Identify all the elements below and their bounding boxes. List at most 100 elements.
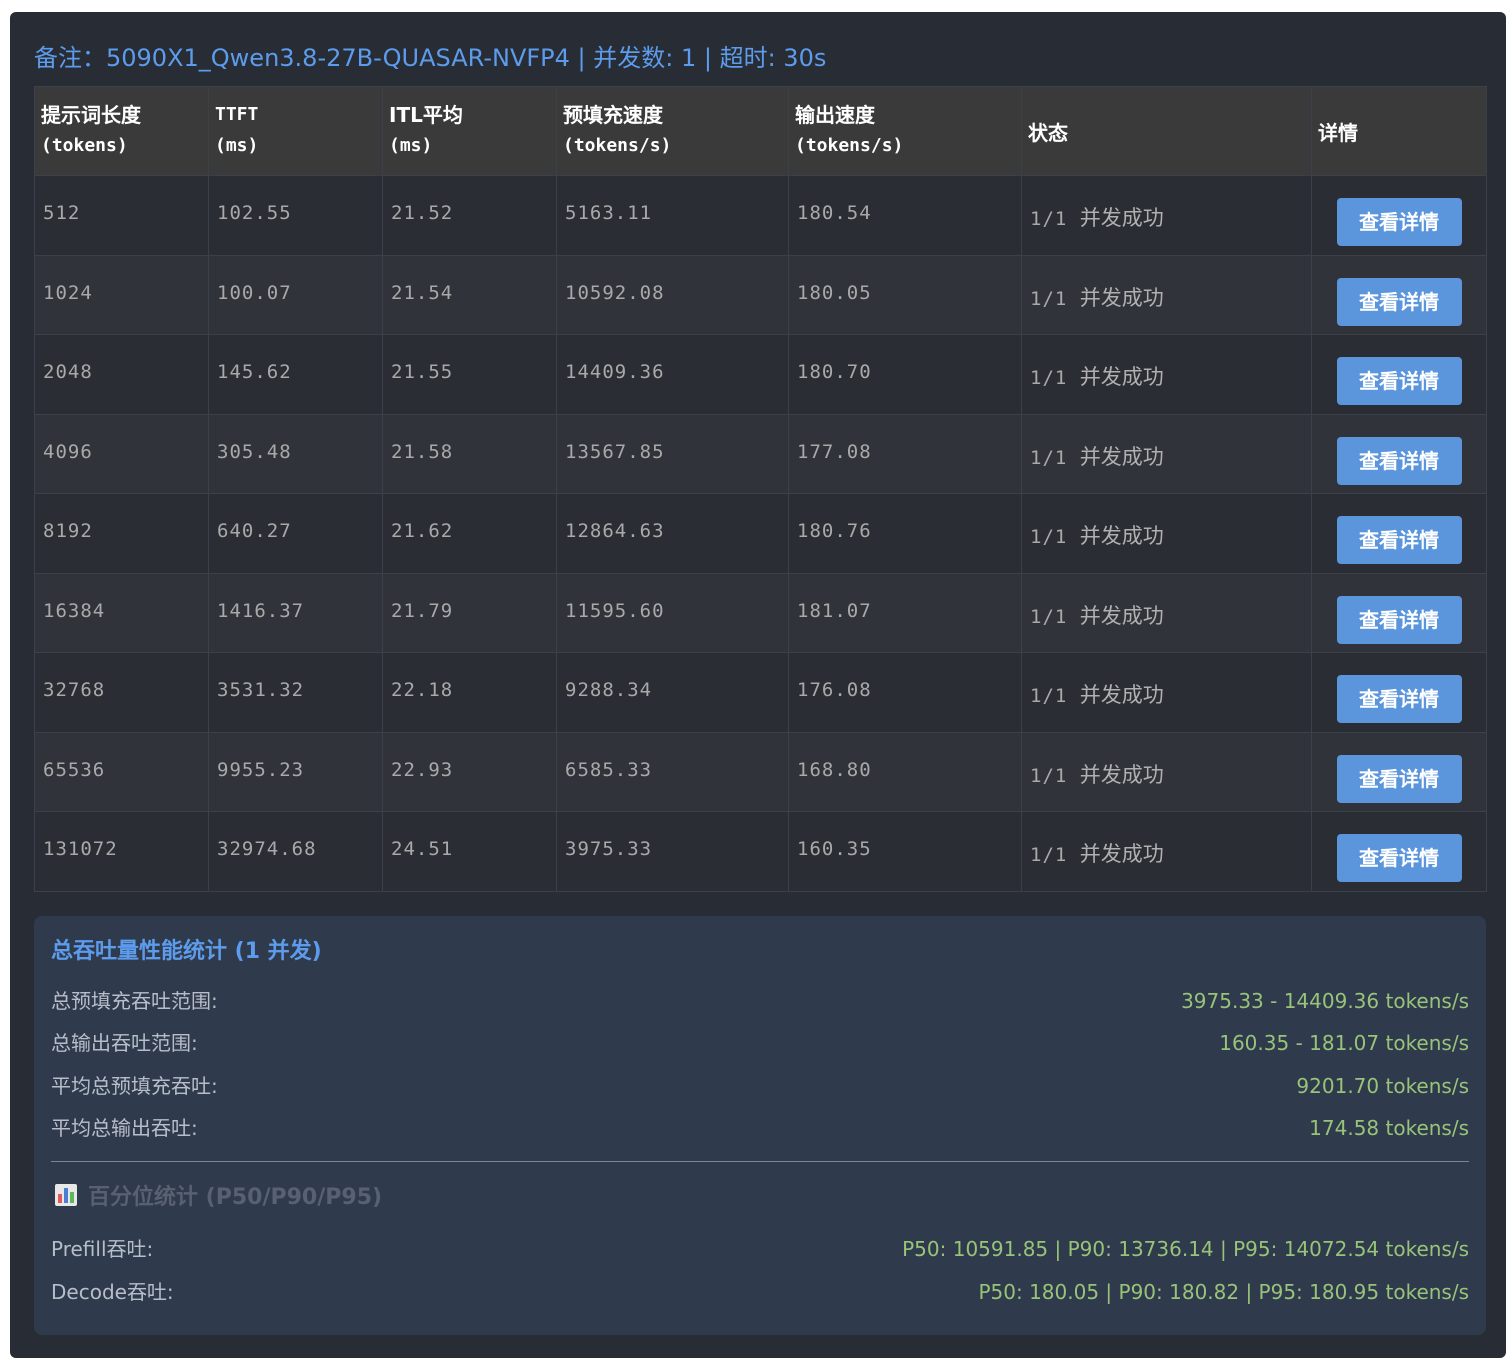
stat-value: 174.58 tokens/s [1309,1116,1469,1140]
table-row: 4096 305.48 21.58 13567.85 177.08 1/1 并发… [34,413,1487,494]
table-row: 1024 100.07 21.54 10592.08 180.05 1/1 并发… [34,254,1487,335]
table-row: 32768 3531.32 22.18 9288.34 176.08 1/1 并… [34,652,1487,733]
view-details-button[interactable]: 查看详情 [1336,834,1462,882]
status-text: 并发成功 [1079,842,1164,866]
view-details-button[interactable]: 查看详情 [1336,675,1462,723]
cell-ttft: 145.62 [208,334,383,415]
status-text: 并发成功 [1079,206,1164,230]
stat-row-prefill-range: 总预填充吞吐范围: 3975.33 - 14409.36 tokens/s [51,986,1469,1016]
status-text: 并发成功 [1079,444,1164,469]
table-row: 512 102.55 21.52 5163.11 180.54 1/1 并发成功… [34,175,1487,256]
cell-prefill-speed: 5163.11 [556,175,789,256]
cell-details: 查看详情 [1311,811,1487,892]
percentile-row-decode: Decode吞吐: P50: 180.05 | P90: 180.82 | P9… [51,1277,1469,1307]
view-details-button[interactable]: 查看详情 [1336,516,1462,564]
header-itl-avg: ITL平均 (ms) [382,86,557,176]
cell-prompt-length: 131072 [34,811,209,892]
cell-details: 查看详情 [1311,254,1487,335]
percentile-row-prefill: Prefill吞吐: P50: 10591.85 | P90: 13736.14… [51,1234,1469,1264]
cell-output-speed: 180.54 [788,175,1022,256]
cell-details: 查看详情 [1311,334,1487,415]
percentile-title: 百分位统计 (P50/P90/P95) [54,1182,382,1214]
cell-itl: 22.93 [382,731,557,812]
cell-prompt-length: 512 [34,175,209,256]
table-row: 65536 9955.23 22.93 6585.33 168.80 1/1 并… [34,731,1487,812]
throughput-stats-card: 总吞吐量性能统计 (1 并发) 总预填充吞吐范围: 3975.33 - 1440… [34,916,1486,1335]
header-prefill-speed: 预填充速度 (tokens/s) [556,86,789,176]
cell-status: 1/1 并发成功 [1021,731,1312,812]
cell-prompt-length: 2048 [34,334,209,415]
cell-prefill-speed: 11595.60 [556,572,789,653]
view-details-button[interactable]: 查看详情 [1336,357,1462,405]
cell-details: 查看详情 [1311,652,1487,733]
cell-details: 查看详情 [1311,175,1487,256]
cell-prompt-length: 4096 [34,413,209,494]
cell-details: 查看详情 [1311,572,1487,653]
cell-details: 查看详情 [1311,493,1487,574]
cell-status: 1/1 并发成功 [1021,334,1312,415]
status-text: 并发成功 [1079,365,1164,389]
results-table: 提示词长度 (tokens) TTFT (ms) ITL平均 (ms) 预填充速… [34,86,1487,892]
percentile-title-text: 百分位统计 (P50/P90/P95) [88,1185,383,1210]
status-count: 1/1 [1030,526,1068,548]
cell-ttft: 102.55 [208,175,383,256]
cell-status: 1/1 并发成功 [1021,652,1312,733]
view-details-button[interactable]: 查看详情 [1336,436,1462,485]
status-text: 并发成功 [1079,683,1164,707]
cell-status: 1/1 并发成功 [1021,175,1312,256]
cell-ttft: 640.27 [208,493,383,574]
cell-ttft: 1416.37 [208,572,383,653]
cell-status: 1/1 并发成功 [1021,254,1312,335]
status-text: 并发成功 [1079,603,1164,628]
stats-divider [51,1161,1469,1162]
view-details-button[interactable]: 查看详情 [1336,595,1462,644]
cell-prefill-speed: 6585.33 [556,731,789,812]
cell-ttft: 32974.68 [208,811,383,892]
header-prompt-length: 提示词长度 (tokens) [34,86,209,176]
stat-value: 160.35 - 181.07 tokens/s [1219,1031,1469,1055]
cell-prompt-length: 8192 [34,493,209,574]
cell-itl: 21.58 [382,413,557,494]
stat-label: 总输出吞吐范围: [51,1031,198,1055]
percentile-label: Decode吞吐: [51,1280,174,1304]
stat-label: 平均总输出吞吐: [51,1116,198,1140]
cell-ttft: 3531.32 [208,652,383,733]
cell-output-speed: 180.76 [788,493,1022,574]
cell-itl: 22.18 [382,652,557,733]
status-text: 并发成功 [1079,762,1164,787]
cell-status: 1/1 并发成功 [1021,413,1312,494]
status-count: 1/1 [1030,605,1068,628]
status-text: 并发成功 [1079,285,1164,310]
table-row: 131072 32974.68 24.51 3975.33 160.35 1/1… [34,811,1487,892]
cell-itl: 24.51 [382,811,557,892]
cell-ttft: 9955.23 [208,731,383,812]
cell-prompt-length: 65536 [34,731,209,812]
status-count: 1/1 [1030,446,1068,469]
stat-value: 3975.33 - 14409.36 tokens/s [1181,989,1469,1013]
header-details: 详情 [1311,86,1487,176]
cell-itl: 21.52 [382,175,557,256]
cell-status: 1/1 并发成功 [1021,572,1312,653]
percentile-value: P50: 10591.85 | P90: 13736.14 | P95: 140… [902,1237,1469,1261]
view-details-button[interactable]: 查看详情 [1336,277,1462,326]
cell-details: 查看详情 [1311,731,1487,812]
percentile-label: Prefill吞吐: [51,1237,154,1261]
view-details-button[interactable]: 查看详情 [1336,198,1462,246]
stats-title: 总吞吐量性能统计 (1 并发) [51,939,322,964]
cell-prefill-speed: 10592.08 [556,254,789,335]
stat-row-output-range: 总输出吞吐范围: 160.35 - 181.07 tokens/s [51,1028,1469,1058]
cell-prefill-speed: 12864.63 [556,493,789,574]
cell-status: 1/1 并发成功 [1021,493,1312,574]
cell-prefill-speed: 14409.36 [556,334,789,415]
cell-output-speed: 160.35 [788,811,1022,892]
cell-prefill-speed: 9288.34 [556,652,789,733]
status-count: 1/1 [1030,844,1068,866]
cell-itl: 21.55 [382,334,557,415]
view-details-button[interactable]: 查看详情 [1336,754,1462,803]
percentile-value: P50: 180.05 | P90: 180.82 | P95: 180.95 … [978,1280,1469,1304]
status-count: 1/1 [1030,685,1068,707]
cell-prefill-speed: 3975.33 [556,811,789,892]
cell-output-speed: 176.08 [788,652,1022,733]
cell-output-speed: 181.07 [788,572,1022,653]
table-header-row: 提示词长度 (tokens) TTFT (ms) ITL平均 (ms) 预填充速… [34,86,1487,176]
